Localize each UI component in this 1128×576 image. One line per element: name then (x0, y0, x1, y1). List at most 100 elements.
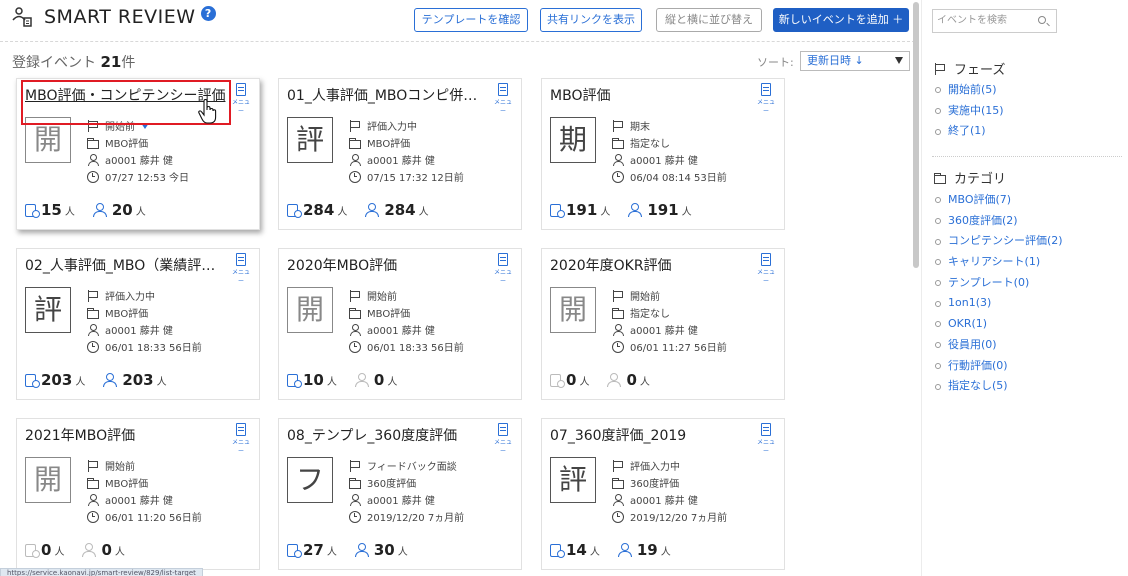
folder-icon (349, 307, 361, 319)
main-scrollbar[interactable] (912, 0, 920, 576)
category-filter-item[interactable]: 指定なし(5) (935, 376, 1063, 397)
card-menu-label: メニュー (756, 439, 775, 455)
phase-text: 評価入力中 (630, 462, 680, 473)
phase-text: 評価入力中 (367, 122, 417, 133)
category-filter-item[interactable]: 行動評価(0) (935, 356, 1063, 377)
reviewer-count[interactable]: 0人 (550, 371, 589, 389)
clock-icon (349, 340, 361, 353)
reviewer-count[interactable]: 203 人 (25, 371, 85, 389)
flag-icon (87, 459, 99, 472)
owner-row: a0001 藤井 健 (349, 151, 464, 168)
time-row: 07/15 17:32 12日前 (349, 168, 464, 185)
reviewer-count[interactable]: 0人 (25, 541, 64, 559)
target-unit: 人 (639, 376, 650, 388)
event-card-title[interactable]: MBO評価 (550, 85, 755, 105)
event-card-info: 期末 指定なし a0001 藤井 健 06/04 08:14 53日前 (612, 117, 727, 185)
card-menu-icon[interactable]: メニュー (231, 423, 251, 455)
category-filter-item[interactable]: MBO評価(7) (935, 190, 1063, 211)
sort-layout-button[interactable]: 縦と横に並び替え (656, 8, 762, 32)
owner-text: a0001 藤井 健 (105, 156, 173, 167)
event-card[interactable]: 07_360度評価_2019 メニュー評 評価入力中 360度評価 a0001 藤井 健… (541, 418, 785, 570)
phase-filter-item[interactable]: 実施中(15) (935, 101, 1004, 122)
time-text: 06/01 18:33 56日前 (367, 343, 464, 354)
scrollbar-thumb[interactable] (913, 2, 919, 268)
show-share-link-button[interactable]: 共有リンクを表示 (540, 8, 642, 32)
target-count[interactable]: 0人 (607, 371, 650, 389)
category-text: 指定なし (630, 309, 670, 320)
target-count[interactable]: 0人 (354, 371, 397, 389)
card-menu-icon[interactable]: メニュー (756, 83, 776, 115)
event-card-title[interactable]: 2020年MBO評価 (287, 255, 492, 275)
category-filter-item[interactable]: コンピテンシー評価(2) (935, 231, 1063, 252)
event-card-info: 開始前 MBO評価 a0001 藤井 健 06/01 18:33 56日前 (349, 287, 464, 355)
app-logo[interactable]: SMART REVIEW ? (12, 5, 216, 28)
card-menu-icon[interactable]: メニュー (756, 423, 776, 455)
user-icon (87, 493, 99, 506)
add-event-button[interactable]: 新しいイベントを追加 ＋ (773, 8, 909, 32)
event-card[interactable]: 01_人事評価_MBOコンピ併… メニュー評 評価入力中 MBO評価 a0001 藤井 … (278, 78, 522, 230)
category-filter-item[interactable]: キャリアシート(1) (935, 252, 1063, 273)
category-filter-item[interactable]: 1on1(3) (935, 293, 1063, 314)
card-menu-icon[interactable]: メニュー (756, 253, 776, 285)
category-filter-item[interactable]: 役員用(0) (935, 335, 1063, 356)
card-menu-icon[interactable]: メニュー (231, 253, 251, 285)
target-count-value: 20 (111, 201, 133, 219)
card-menu-icon[interactable]: メニュー (493, 83, 513, 115)
search-icon[interactable] (1038, 16, 1046, 24)
reviewer-count[interactable]: 27 人 (287, 541, 337, 559)
event-card-title[interactable]: 08_テンプレ_360度度評価 (287, 425, 492, 445)
event-card-info: 評価入力中 MBO評価 a0001 藤井 健 07/15 17:32 12日前 (349, 117, 464, 185)
target-count[interactable]: 203 人 (103, 371, 167, 389)
event-card[interactable]: 2020年度OKR評価 メニュー開 開始前 指定なし a0001 藤井 健 06/01 1… (541, 248, 785, 400)
target-count[interactable]: 20 人 (92, 201, 146, 219)
reviewer-icon (25, 203, 40, 218)
event-card-title[interactable]: 2021年MBO評価 (25, 425, 230, 445)
view-templates-button[interactable]: テンプレートを確認 (414, 8, 528, 32)
reviewer-count[interactable]: 14 人 (550, 541, 600, 559)
phase-title-text: フェーズ (954, 63, 1006, 78)
time-row: 06/01 18:33 56日前 (87, 338, 202, 355)
reviewer-count[interactable]: 10 人 (287, 371, 337, 389)
category-row: 360度評価 (612, 474, 727, 491)
card-menu-label: メニュー (231, 439, 250, 455)
reviewer-count-value: 284 (303, 201, 335, 219)
owner-row: a0001 藤井 健 (349, 321, 464, 338)
event-card[interactable]: 2021年MBO評価 メニュー開 開始前 MBO評価 a0001 藤井 健 06/01 1… (16, 418, 260, 570)
event-card[interactable]: 2020年MBO評価 メニュー開 開始前 MBO評価 a0001 藤井 健 06/01 1… (278, 248, 522, 400)
target-count[interactable]: 284 人 (365, 201, 429, 219)
target-count[interactable]: 19 人 (617, 541, 671, 559)
category-filter-item[interactable]: OKR(1) (935, 314, 1063, 335)
reviewer-count[interactable]: 15 人 (25, 201, 75, 219)
card-menu-icon[interactable]: メニュー (231, 83, 251, 115)
event-card-title[interactable]: 07_360度評価_2019 (550, 425, 755, 445)
event-card-title[interactable]: 2020年度OKR評価 (550, 255, 755, 275)
phase-filter-item[interactable]: 開始前(5) (935, 80, 1004, 101)
time-text: 07/27 12:53 今日 (105, 173, 189, 184)
target-count[interactable]: 191 人 (628, 201, 692, 219)
folder-icon (934, 172, 946, 184)
card-menu-icon[interactable]: メニュー (493, 423, 513, 455)
phase-filter-item[interactable]: 終了(1) (935, 121, 1004, 142)
event-card[interactable]: MBO評価 メニュー期 期末 指定なし a0001 藤井 健 06/04 08:14 53… (541, 78, 785, 230)
event-card-info: 評価入力中 MBO評価 a0001 藤井 健 06/01 18:33 56日前 (87, 287, 202, 355)
category-filter-item[interactable]: テンプレート(0) (935, 273, 1063, 294)
time-row: 06/04 08:14 53日前 (612, 168, 727, 185)
card-menu-icon[interactable]: メニュー (493, 253, 513, 285)
reviewer-count[interactable]: 191 人 (550, 201, 610, 219)
app-header: SMART REVIEW ? テンプレートを確認 共有リンクを表示 縦と横に並び… (0, 0, 915, 42)
dropdown-caret-icon (895, 57, 903, 64)
target-count[interactable]: 0人 (82, 541, 125, 559)
event-card[interactable]: 08_テンプレ_360度度評価 メニューフ フィードバック面談 360度評価 a0001… (278, 418, 522, 570)
event-card-title[interactable]: 01_人事評価_MBOコンピ併… (287, 85, 492, 105)
help-icon[interactable]: ? (200, 5, 216, 21)
flag-icon (612, 289, 624, 302)
hand-cursor-icon (197, 98, 219, 125)
event-card[interactable]: 02_人事評価_MBO（業績評… メニュー評 評価入力中 MBO評価 a0001 藤井 … (16, 248, 260, 400)
event-card-title[interactable]: 02_人事評価_MBO（業績評… (25, 255, 230, 275)
target-count[interactable]: 30 人 (354, 541, 408, 559)
app-title: SMART REVIEW (44, 6, 196, 28)
category-filter-item[interactable]: 360度評価(2) (935, 211, 1063, 232)
reviewer-count[interactable]: 284 人 (287, 201, 347, 219)
event-search-input[interactable]: イベントを検索 (932, 9, 1057, 33)
sort-select[interactable]: 更新日時 ↓ (800, 51, 910, 71)
